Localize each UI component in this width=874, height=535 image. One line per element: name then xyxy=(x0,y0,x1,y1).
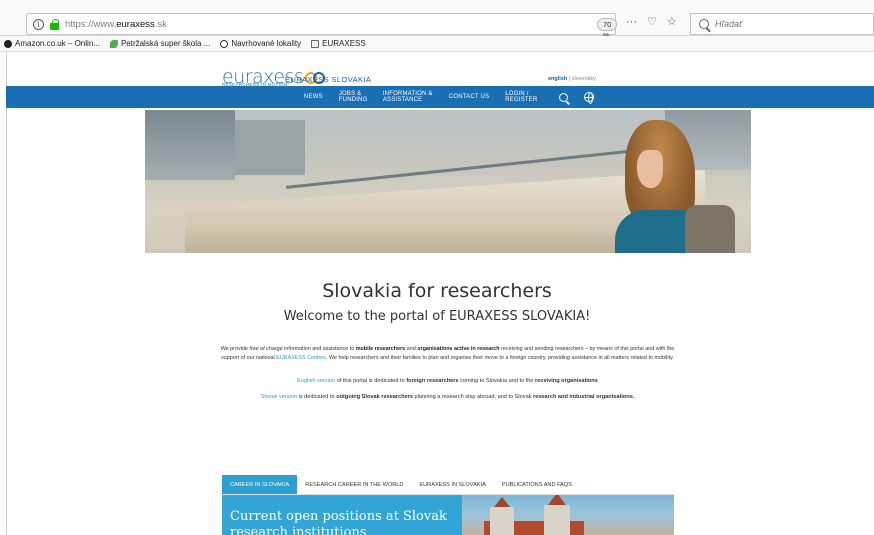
language-switcher: english | slovensky xyxy=(548,76,596,82)
site-name: EURAXESS SLOVAKIA xyxy=(285,75,372,84)
page-actions-menu-icon[interactable]: ··· xyxy=(626,16,637,28)
panel-title[interactable]: Current open positions at Slovak researc… xyxy=(230,509,470,535)
bookmark-navrhovane[interactable]: Navrhované lokality xyxy=(220,39,301,48)
main-navigation: NEWS JOBS & FUNDING INFORMATION & ASSIST… xyxy=(6,86,874,108)
euraxess-centres-link[interactable]: EURAXESS Centres xyxy=(276,355,326,361)
english-version-paragraph: English version of this portal is dedica… xyxy=(297,378,598,384)
content-tabs: CAREER IN SLOVAKIA RESEARCH CAREER IN TH… xyxy=(222,475,674,495)
url-bar[interactable]: i https://www.euraxess.sk 70 % xyxy=(26,13,618,40)
page-subtitle: Welcome to the portal of EURAXESS SLOVAK… xyxy=(283,309,591,324)
bookmark-amazon[interactable]: Amazon.co.uk – Onlin... xyxy=(4,39,100,48)
page-title: Slovakia for researchers xyxy=(322,280,552,302)
tab-euraxess-in-slovakia[interactable]: EURAXESS IN SLOVAKIA xyxy=(411,475,493,494)
slovak-version-link[interactable]: Slovak version xyxy=(261,394,297,400)
globe-icon xyxy=(220,39,229,48)
nav-contact-us[interactable]: CONTACT US xyxy=(449,94,489,101)
browser-toolbar: i https://www.euraxess.sk 70 % ··· ♡ ☆ xyxy=(0,0,874,40)
info-icon[interactable]: i xyxy=(33,18,44,30)
bookmark-euraxess-folder[interactable]: EURAXESS xyxy=(311,39,366,48)
tab-publications-faqs[interactable]: PUBLICATIONS AND FAQS xyxy=(494,475,580,494)
slovak-version-paragraph: Slovak version is dedicated to outgoing … xyxy=(260,394,635,400)
browser-search-bar[interactable] xyxy=(690,13,874,35)
tab-research-career-world[interactable]: RESEARCH CAREER IN THE WORLD xyxy=(297,475,411,494)
search-icon[interactable] xyxy=(559,92,569,102)
pocket-icon[interactable]: ♡ xyxy=(647,15,657,28)
nav-jobs-funding[interactable]: JOBS & FUNDING xyxy=(339,91,368,104)
hero-image xyxy=(145,110,751,253)
url-text[interactable]: https://www.euraxess.sk xyxy=(65,19,167,30)
page-actions: ··· ♡ ☆ xyxy=(626,15,677,29)
lang-english[interactable]: english xyxy=(548,76,567,82)
bookmark-star-icon[interactable]: ☆ xyxy=(667,15,677,28)
folder-icon xyxy=(311,39,320,48)
tab-career-in-slovakia[interactable]: CAREER IN SLOVAKIA xyxy=(222,475,298,494)
amazon-icon xyxy=(4,39,12,48)
search-icon xyxy=(699,19,709,29)
bookmarks-toolbar: Amazon.co.uk – Onlin... Petržalská super… xyxy=(0,36,874,52)
lang-slovensky[interactable]: slovensky xyxy=(572,76,596,82)
tab-panel: Current open positions at Slovak researc… xyxy=(222,495,674,535)
nav-information-assistance[interactable]: INFORMATION & ASSISTANCE xyxy=(383,91,433,104)
browser-search-input[interactable] xyxy=(715,19,865,29)
leaf-icon xyxy=(109,39,118,48)
zoom-level-badge[interactable]: 70 % xyxy=(597,18,618,40)
english-version-link[interactable]: English version xyxy=(297,378,335,384)
nav-login-register[interactable]: LOGIN / REGISTER xyxy=(505,91,539,104)
bookmark-petrzalska[interactable]: Petržalská super škola ... xyxy=(109,39,210,48)
intro-paragraph: We provide free of charge information an… xyxy=(220,346,675,361)
nav-news[interactable]: NEWS xyxy=(304,94,323,101)
globe-icon[interactable] xyxy=(584,92,595,104)
lock-icon[interactable] xyxy=(50,18,59,30)
